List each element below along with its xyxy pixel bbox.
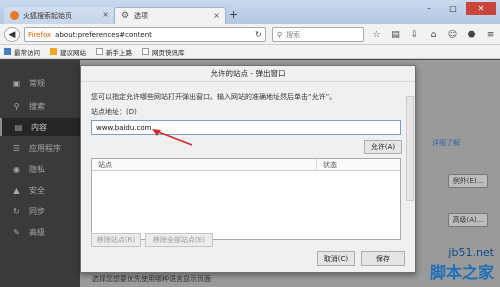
cancel-button[interactable]: 取消(C): [317, 251, 355, 266]
sites-table[interactable]: 站点 状态: [91, 158, 401, 240]
table-header: 站点 状态: [92, 159, 400, 171]
sidebar-item-privacy[interactable]: ◉ 隐私: [0, 160, 80, 178]
watermark: jb51.net 脚本之家: [430, 246, 494, 283]
maximize-button[interactable]: □: [442, 2, 464, 15]
exceptions-button[interactable]: 例外(E)...: [448, 174, 488, 188]
reading-list-icon[interactable]: ▤: [389, 28, 402, 41]
allow-button[interactable]: 允许(A): [364, 140, 402, 154]
bookmark-web-slice[interactable]: 网页快讯库: [142, 47, 185, 57]
home-icon[interactable]: ⌂: [427, 28, 440, 41]
language-text: 选择您想要优先使用哪种语言显示页面: [92, 275, 211, 283]
site-address-value: www.baidu.com: [96, 123, 152, 132]
url-text: about:preferences#content: [55, 30, 152, 39]
watermark-domain: jb51.net: [448, 246, 494, 259]
bookmark-star-icon[interactable]: ☆: [370, 28, 383, 41]
applications-icon: ☰: [12, 143, 21, 153]
dialog-description: 您可以指定允许哪些网站打开弹出窗口。输入网站的准确地址然后单击“允许”。: [91, 93, 337, 101]
advanced-button[interactable]: 高级(A)...: [448, 213, 488, 227]
annotation-arrow: [152, 129, 193, 146]
bookmark-label: 新手上路: [106, 48, 132, 57]
bookmarks-bar: 最常访问 建议网站 新手上路 网页快讯库: [0, 45, 500, 59]
bookmark-icon: [96, 48, 103, 55]
chat-icon[interactable]: ☺: [446, 28, 459, 41]
download-icon[interactable]: ⇩: [408, 28, 421, 41]
dialog-scrollbar[interactable]: [406, 96, 414, 201]
new-tab-button[interactable]: +: [229, 8, 238, 21]
firefox-icon: [10, 11, 19, 20]
bookmark-label: 网页快讯库: [152, 48, 185, 57]
bookmark-getting-started[interactable]: 新手上路: [96, 47, 132, 57]
gear-icon: ⚙: [121, 10, 130, 21]
site-address-label: 站点地址：(D): [91, 108, 137, 116]
content-icon: ▤: [14, 122, 23, 132]
sidebar-item-general[interactable]: ▣ 常规: [0, 74, 80, 92]
search-icon: ⚲: [277, 30, 283, 39]
sidebar-item-label: 常规: [29, 78, 45, 88]
advanced-icon: ✎: [13, 227, 20, 237]
back-button[interactable]: ◀: [4, 27, 20, 42]
sidebar-item-label: 应用程序: [29, 143, 61, 153]
menu-icon[interactable]: ≡: [484, 28, 497, 41]
extension-icon[interactable]: ⬣: [465, 28, 478, 41]
reload-icon[interactable]: ↻: [255, 30, 262, 39]
column-header-site[interactable]: 站点: [92, 159, 317, 170]
dialog-title: 允许的站点 - 弹出窗口: [81, 66, 415, 82]
tab-label: 火狐搜索起始页: [23, 11, 72, 20]
search-input[interactable]: ⚲ 搜索: [272, 27, 364, 42]
site-address-input[interactable]: www.baidu.com: [91, 120, 401, 135]
bookmark-icon: [142, 48, 149, 55]
sidebar-item-label: 安全: [29, 185, 45, 195]
sidebar-item-label: 内容: [31, 122, 47, 132]
tab-label: 选项: [134, 12, 148, 20]
sidebar-item-content[interactable]: ▤ 内容: [0, 118, 80, 136]
search-placeholder: 搜索: [286, 30, 301, 39]
window-close-button[interactable]: ✕: [466, 2, 496, 15]
bookmark-icon: [50, 48, 57, 55]
bookmark-label: 建议网站: [60, 48, 86, 57]
privacy-mask-icon: ◉: [13, 164, 20, 174]
bookmark-suggested-sites[interactable]: 建议网站: [50, 47, 86, 57]
bookmark-icon: [4, 48, 11, 55]
lock-icon: ▲: [13, 185, 20, 195]
watermark-brand: 脚本之家: [429, 263, 494, 282]
identity-label: Firefox: [28, 30, 52, 39]
search-icon: ⚲: [13, 101, 20, 111]
sidebar-item-label: 隐私: [29, 164, 45, 174]
url-bar[interactable]: Firefox about:preferences#content: [24, 27, 266, 42]
remove-all-sites-button[interactable]: 移除全部站点(E): [145, 233, 213, 247]
tab-start-page[interactable]: 火狐搜索起始页 ×: [4, 7, 114, 24]
sidebar-item-label: 同步: [29, 206, 45, 216]
preferences-sidebar: ▣ 常规 ⚲ 搜索 ▤ 内容 ☰ 应用程序 ◉ 隐私 ▲ 安全 ↻ 同步 ✎ 高: [0, 60, 80, 287]
sidebar-item-sync[interactable]: ↻ 同步: [0, 202, 80, 220]
sidebar-item-search[interactable]: ⚲ 搜索: [0, 97, 80, 115]
close-icon[interactable]: ×: [213, 11, 220, 20]
window-controls: – □ ✕: [418, 2, 496, 15]
tab-bar: 火狐搜索起始页 × ⚙ 选项 × + – □ ✕: [0, 0, 500, 24]
sidebar-item-security[interactable]: ▲ 安全: [0, 181, 80, 199]
sidebar-item-label: 搜索: [29, 101, 45, 111]
minimize-button[interactable]: –: [418, 2, 440, 15]
close-icon[interactable]: ×: [102, 10, 109, 19]
navigation-bar: ◀ Firefox about:preferences#content ↻ ⚲ …: [0, 24, 500, 45]
sync-icon: ↻: [13, 206, 20, 216]
bookmark-most-visited[interactable]: 最常访问: [4, 47, 40, 57]
sidebar-item-label: 高级: [29, 227, 45, 237]
remove-site-button[interactable]: 移除站点(R): [91, 233, 141, 247]
learn-more-link[interactable]: 详细了解: [432, 138, 460, 148]
save-button[interactable]: 保存: [361, 251, 405, 266]
arrow-line: [155, 130, 193, 146]
sidebar-item-advanced[interactable]: ✎ 高级: [0, 223, 80, 241]
allowed-sites-dialog: 允许的站点 - 弹出窗口 您可以指定允许哪些网站打开弹出窗口。输入网站的准确地址…: [80, 65, 416, 273]
bookmark-label: 最常访问: [14, 48, 40, 57]
toolbar-icons: ☆ ▤ ⇩ ⌂ ☺ ⬣ ≡: [370, 28, 497, 41]
tab-options[interactable]: ⚙ 选项 ×: [114, 7, 226, 24]
general-icon: ▣: [12, 78, 21, 88]
column-header-status[interactable]: 状态: [317, 159, 400, 170]
sidebar-item-applications[interactable]: ☰ 应用程序: [0, 139, 80, 157]
